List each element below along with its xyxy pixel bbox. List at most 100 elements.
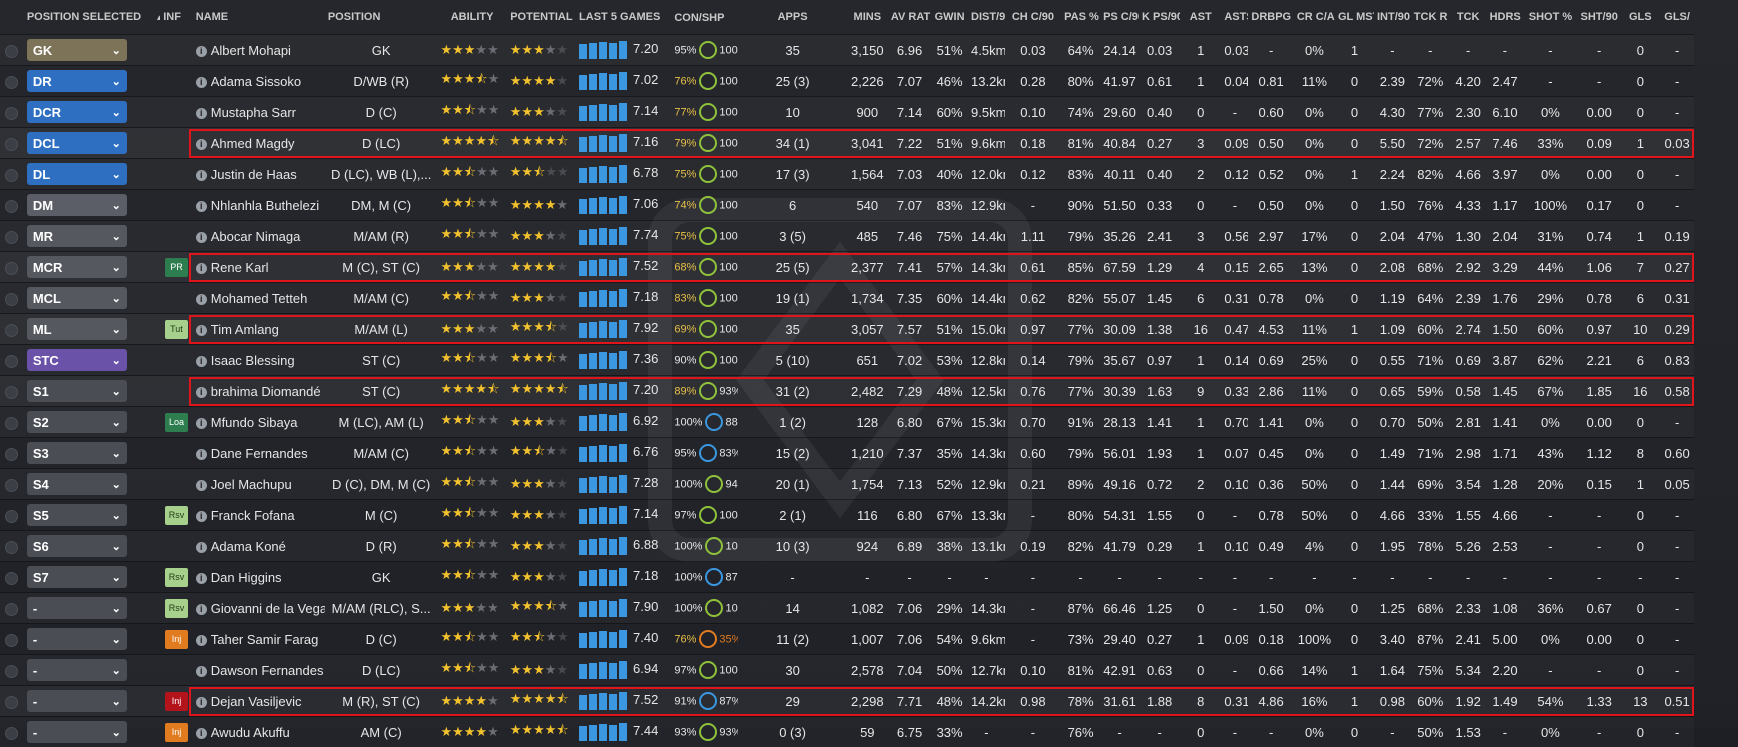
player-row[interactable]: -⌄InjiAwudu AkuffuAM (C)★★★★★★★★★⯪7.4493… <box>0 717 1738 747</box>
position-dropdown[interactable]: S7⌄ <box>27 566 127 588</box>
player-row[interactable]: GK⌄iAlbert MohapiGK★★★★★★★★★★7.2095%100%… <box>0 35 1738 66</box>
row-select-checkbox[interactable] <box>5 541 18 554</box>
status-badge[interactable]: Inj <box>165 630 188 649</box>
player-row[interactable]: S7⌄RsviDan HigginsGK★★⯪★★★★★★★7.18100%87… <box>0 562 1738 593</box>
info-icon[interactable]: i <box>196 697 207 708</box>
player-row[interactable]: MR⌄iAbocar NimagaM/AM (R)★★⯪★★★★★★★7.747… <box>0 221 1738 252</box>
column-header-pas[interactable]: PAS % <box>1061 0 1100 35</box>
sort-ascending-icon[interactable]: ▲ <box>153 13 160 22</box>
info-icon[interactable]: i <box>196 170 207 181</box>
info-icon[interactable]: i <box>196 480 207 491</box>
row-select-checkbox[interactable] <box>5 696 18 709</box>
row-select-checkbox[interactable] <box>5 355 18 368</box>
player-row[interactable]: DR⌄iAdama SissokoD/WB (R)★★★⯪★★★★★★7.027… <box>0 66 1738 97</box>
player-name-link[interactable]: Awudu Akuffu <box>211 725 290 740</box>
info-icon[interactable]: i <box>196 635 207 646</box>
position-dropdown[interactable]: ML⌄ <box>27 318 127 340</box>
player-name-link[interactable]: Dan Higgins <box>211 570 282 585</box>
player-name-link[interactable]: Ahmed Magdy <box>211 136 295 151</box>
row-select-checkbox[interactable] <box>5 138 18 151</box>
position-dropdown[interactable]: S1⌄ <box>27 380 127 402</box>
player-row[interactable]: STC⌄iIsaac BlessingST (C)★★⯪★★★★★⯪★7.369… <box>0 345 1738 376</box>
player-name-link[interactable]: Dejan Vasiljevic <box>211 694 302 709</box>
column-header-inf[interactable]: INF <box>160 0 192 35</box>
row-select-checkbox[interactable] <box>5 262 18 275</box>
position-dropdown[interactable]: DR⌄ <box>27 70 127 92</box>
position-dropdown[interactable]: S4⌄ <box>27 473 127 495</box>
column-header-last5[interactable]: LAST 5 GAMES <box>576 0 671 35</box>
position-dropdown[interactable]: -⌄ <box>27 721 127 743</box>
row-select-checkbox[interactable] <box>5 417 18 430</box>
player-row[interactable]: -⌄InjiDejan VasiljevicM (R), ST (C)★★★★★… <box>0 686 1738 717</box>
column-header-gwin[interactable]: GWIN <box>931 0 968 35</box>
info-icon[interactable]: i <box>196 542 207 553</box>
row-select-checkbox[interactable] <box>5 231 18 244</box>
player-row[interactable]: DL⌄iJustin de HaasD (LC), WB (L),...★★⯪★… <box>0 159 1738 190</box>
info-icon[interactable]: i <box>196 511 207 522</box>
info-icon[interactable]: i <box>196 604 207 615</box>
player-name-link[interactable]: Joel Machupu <box>211 477 292 492</box>
player-name-link[interactable]: Mustapha Sarr <box>211 105 296 120</box>
position-dropdown[interactable]: DCR⌄ <box>27 101 127 123</box>
info-icon[interactable]: i <box>196 666 207 677</box>
player-row[interactable]: S2⌄LoaiMfundo SibayaM (LC), AM (L)★★⯪★★★… <box>0 407 1738 438</box>
row-select-checkbox[interactable] <box>5 572 18 585</box>
player-row[interactable]: S1⌄ibrahima DiomandéST (C)★★★★⯪★★★★⯪7.20… <box>0 376 1738 407</box>
position-dropdown[interactable]: MCR⌄ <box>27 256 127 278</box>
player-name-link[interactable]: Dane Fernandes <box>211 446 308 461</box>
position-dropdown[interactable]: S5⌄ <box>27 504 127 526</box>
row-select-checkbox[interactable] <box>5 107 18 120</box>
status-badge[interactable]: Rsv <box>165 568 188 587</box>
info-icon[interactable]: i <box>196 449 207 460</box>
player-name-link[interactable]: Nhlanhla Buthelezi <box>211 198 319 213</box>
position-dropdown[interactable]: -⌄ <box>27 659 127 681</box>
row-select-checkbox[interactable] <box>5 727 18 740</box>
column-header-avrat[interactable]: AV RAT <box>888 0 931 35</box>
column-header-ability[interactable]: ABILITY <box>437 0 506 35</box>
player-name-link[interactable]: Abocar Nimaga <box>211 229 301 244</box>
row-select-checkbox[interactable] <box>5 510 18 523</box>
position-dropdown[interactable]: S3⌄ <box>27 442 127 464</box>
row-select-checkbox[interactable] <box>5 200 18 213</box>
status-badge[interactable]: Loa <box>165 413 188 432</box>
column-header-position[interactable]: POSITION <box>325 0 438 35</box>
column-header-shot[interactable]: SHOT % <box>1523 0 1577 35</box>
status-badge[interactable]: Tut <box>165 320 188 339</box>
player-name-link[interactable]: brahima Diomandé <box>211 384 321 399</box>
row-select-checkbox[interactable] <box>5 324 18 337</box>
row-select-checkbox[interactable] <box>5 479 18 492</box>
info-icon[interactable]: i <box>196 201 207 212</box>
column-header-asts[interactable]: ASTS/90 <box>1221 0 1248 35</box>
info-icon[interactable]: i <box>196 573 207 584</box>
position-dropdown[interactable]: MCL⌄ <box>27 287 127 309</box>
player-name-link[interactable]: Dawson Fernandes <box>211 663 324 678</box>
player-row[interactable]: DM⌄iNhlanhla ButheleziDM, M (C)★★⯪★★★★★★… <box>0 190 1738 221</box>
row-select-checkbox[interactable] <box>5 665 18 678</box>
info-icon[interactable]: i <box>196 387 207 398</box>
player-name-link[interactable]: Tim Amlang <box>211 322 279 337</box>
player-row[interactable]: S5⌄RsviFranck FofanaM (C)★★⯪★★★★★★★7.149… <box>0 500 1738 531</box>
player-row[interactable]: DCL⌄iAhmed MagdyD (LC)★★★★⯪★★★★⯪7.1679%1… <box>0 128 1738 159</box>
player-name-link[interactable]: Rene Karl <box>211 260 269 275</box>
player-row[interactable]: S6⌄iAdama KonéD (R)★★⯪★★★★★★★6.88100%100… <box>0 531 1738 562</box>
player-name-link[interactable]: Taher Samir Farag <box>211 632 319 647</box>
player-row[interactable]: S3⌄iDane FernandesM/AM (C)★★⯪★★★★⯪★★6.76… <box>0 438 1738 469</box>
player-row[interactable]: MCL⌄iMohamed TettehM/AM (C)★★⯪★★★★★★★7.1… <box>0 283 1738 314</box>
info-icon[interactable]: i <box>196 232 207 243</box>
column-header-glmst[interactable]: GL MST <box>1335 0 1374 35</box>
status-badge[interactable]: Inj <box>165 692 188 711</box>
row-select-checkbox[interactable] <box>5 603 18 616</box>
player-name-link[interactable]: Mfundo Sibaya <box>211 415 298 430</box>
row-select-checkbox[interactable] <box>5 634 18 647</box>
position-dropdown[interactable]: DM⌄ <box>27 194 127 216</box>
row-select-checkbox[interactable] <box>5 448 18 461</box>
row-select-checkbox[interactable] <box>5 386 18 399</box>
row-select-checkbox[interactable] <box>5 76 18 89</box>
player-row[interactable]: MCR⌄PRiRene KarlM (C), ST (C)★★★★★★★★★★7… <box>0 252 1738 283</box>
column-header-conshp[interactable]: CON/SHP ⌄ <box>671 0 738 35</box>
status-badge[interactable]: Rsv <box>165 506 188 525</box>
position-dropdown[interactable]: STC⌄ <box>27 349 127 371</box>
player-name-link[interactable]: Giovanni de la Vega <box>211 601 325 616</box>
position-dropdown[interactable]: GK⌄ <box>27 39 127 61</box>
player-name-link[interactable]: Franck Fofana <box>211 508 295 523</box>
